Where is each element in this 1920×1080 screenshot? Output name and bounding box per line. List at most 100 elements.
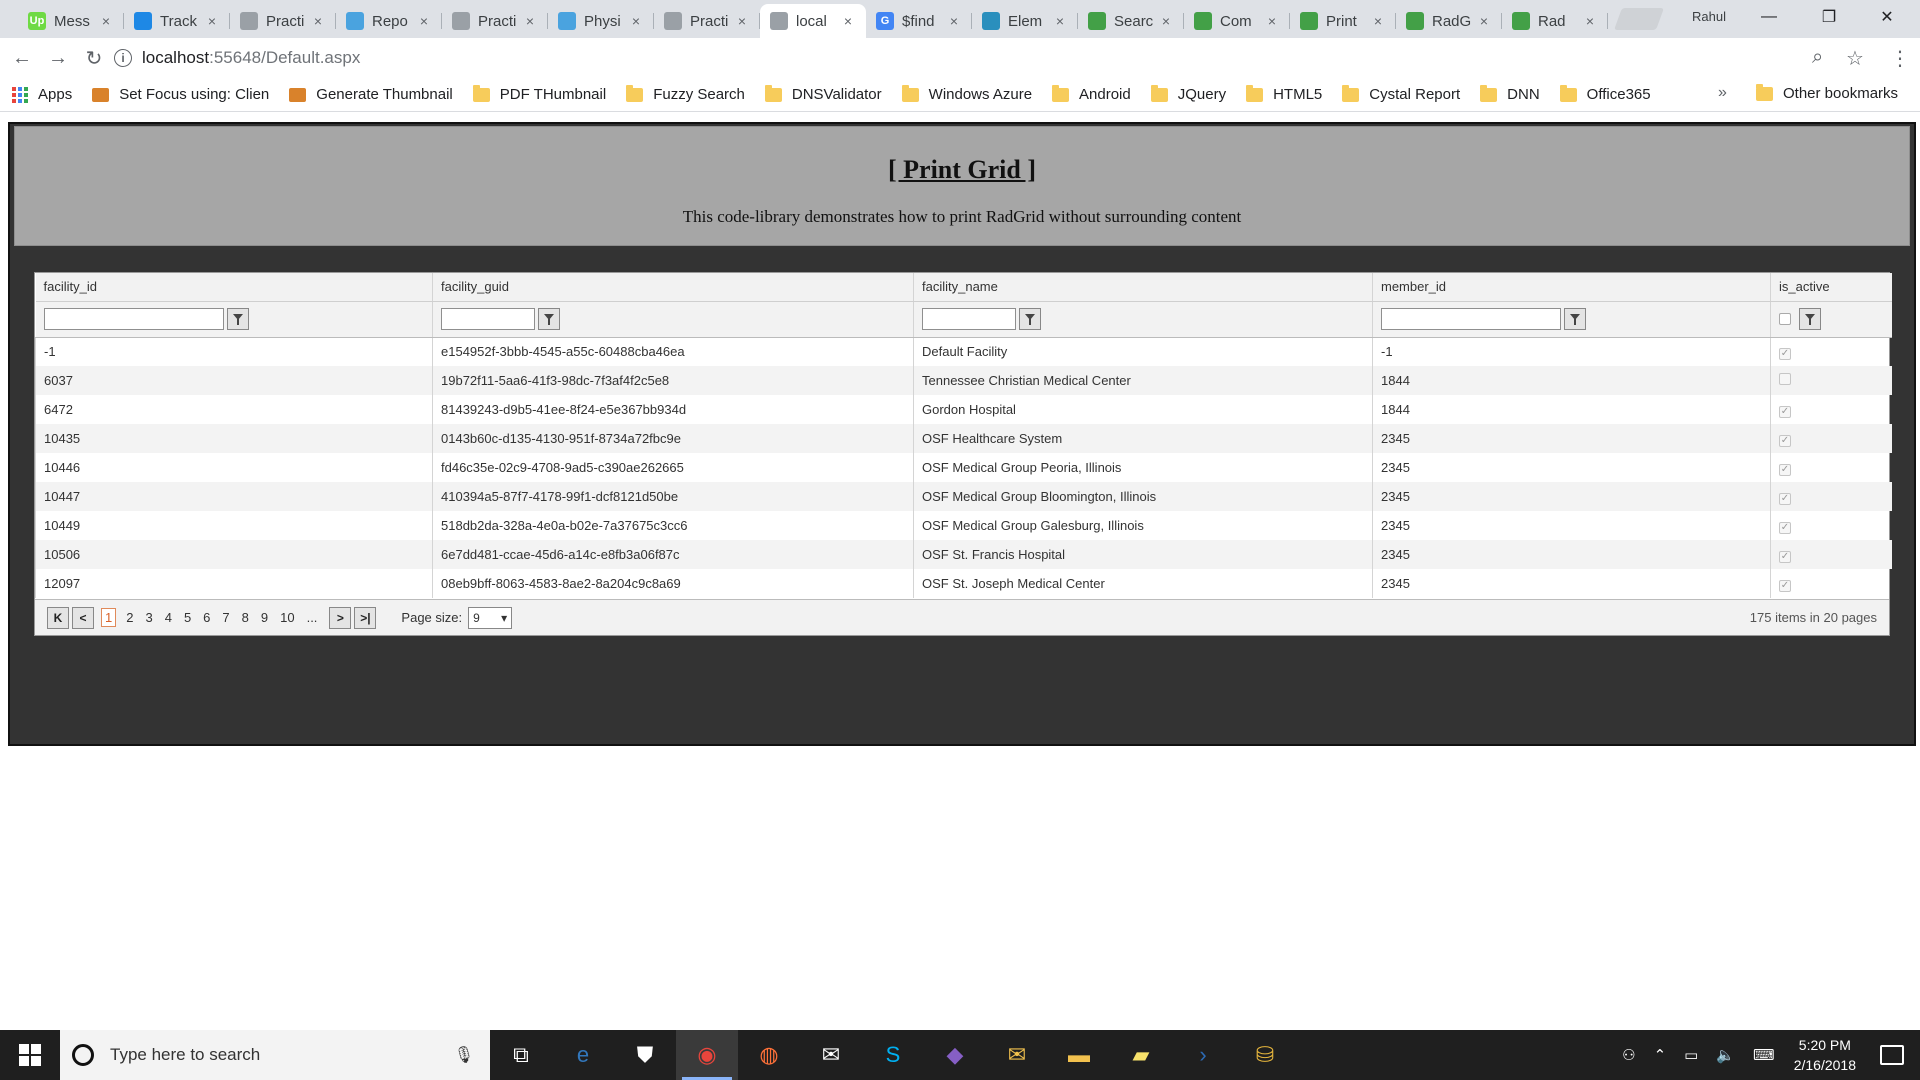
close-tab-icon[interactable]: × [1052, 13, 1068, 29]
store-icon[interactable]: ⛊ [614, 1030, 676, 1080]
browser-tab[interactable]: Practi × [230, 4, 336, 38]
profile-name[interactable]: Rahul [1692, 9, 1726, 24]
table-row[interactable]: 6037 19b72f11-5aa6-41f3-98dc-7f3af4f2c5e8… [35, 366, 1892, 395]
filter-input-facility-id[interactable] [43, 308, 224, 330]
people-icon[interactable]: ⚇ [1622, 1046, 1635, 1064]
powershell-icon[interactable]: › [1172, 1030, 1234, 1080]
page-number-button[interactable]: 8 [242, 610, 249, 625]
file-explorer-icon[interactable]: ▬ [1048, 1030, 1110, 1080]
bookmark-item[interactable]: Set Focus using: Clien [92, 86, 269, 103]
browser-tab[interactable]: Practi × [442, 4, 548, 38]
forward-button[interactable]: → [44, 44, 72, 72]
table-row[interactable]: -1 e154952f-3bbb-4545-a55c-60488cba46ea De… [35, 337, 1892, 366]
zoom-icon[interactable]: ⌕ [1812, 46, 1823, 69]
browser-tab[interactable]: Repo × [336, 4, 442, 38]
battery-icon[interactable]: ▭ [1684, 1046, 1698, 1064]
skype-icon[interactable]: S [862, 1030, 924, 1080]
close-tab-icon[interactable]: × [1264, 13, 1280, 29]
minimize-button[interactable]: — [1746, 0, 1792, 34]
column-header-facility-id[interactable]: facility_id [35, 273, 433, 302]
table-row[interactable]: 10447 410394a5-87f7-4178-99f1-dcf8121d50b… [35, 482, 1892, 511]
page-number-button[interactable]: ... [307, 610, 318, 625]
back-button[interactable]: ← [8, 44, 36, 72]
close-tab-icon[interactable]: × [1476, 13, 1492, 29]
browser-tab[interactable]: Rad × [1502, 4, 1608, 38]
browser-tab[interactable]: Up Mess × [18, 4, 124, 38]
close-tab-icon[interactable]: × [840, 13, 856, 29]
table-row[interactable]: 10446 fd46c35e-02c9-4708-9ad5-c390ae26266… [35, 453, 1892, 482]
page-number-button[interactable]: 10 [280, 610, 294, 625]
next-page-button[interactable]: > [329, 606, 352, 629]
browser-tab[interactable]: G $find × [866, 4, 972, 38]
bookmarks-overflow-button[interactable]: » [1718, 84, 1727, 102]
close-tab-icon[interactable]: × [734, 13, 750, 29]
close-tab-icon[interactable]: × [204, 13, 220, 29]
close-tab-icon[interactable]: × [1370, 13, 1386, 29]
filter-input-member-id[interactable] [1381, 308, 1561, 330]
bookmark-item[interactable]: DNSValidator [764, 84, 882, 103]
page-number-button[interactable]: 9 [261, 610, 268, 625]
browser-tab[interactable]: local × [760, 4, 866, 38]
page-number-button[interactable]: 4 [165, 610, 172, 625]
page-size-select[interactable]: 9 ▾ [468, 606, 513, 629]
page-number-button[interactable]: 7 [222, 610, 229, 625]
browser-tab[interactable]: Print × [1290, 4, 1396, 38]
notification-center-icon[interactable] [1880, 1045, 1904, 1065]
bookmark-item[interactable]: Apps [12, 86, 72, 103]
bookmark-item[interactable]: Cystal Report [1342, 84, 1460, 103]
close-tab-icon[interactable]: × [522, 13, 538, 29]
bookmark-item[interactable]: DNN [1480, 84, 1540, 103]
browser-tab[interactable]: RadG × [1396, 4, 1502, 38]
browser-tab[interactable]: Searc × [1078, 4, 1184, 38]
table-row[interactable]: 10435 0143b60c-d135-4130-951f-8734a72fbc9… [35, 424, 1892, 453]
address-bar[interactable]: i localhost:55648/Default.aspx [114, 42, 1774, 74]
volume-icon[interactable]: 🔈 [1716, 1046, 1735, 1064]
browser-tab[interactable]: Elem × [972, 4, 1078, 38]
last-page-button[interactable]: >| [354, 606, 377, 629]
column-header-facility-guid[interactable]: facility_guid [432, 273, 914, 302]
close-tab-icon[interactable]: × [98, 13, 114, 29]
browser-menu-icon[interactable]: ⋮ [1890, 46, 1910, 71]
table-row[interactable]: 10506 6e7dd481-ccae-45d6-a14c-e8fb3a06f87… [35, 540, 1892, 569]
sticky-notes-icon[interactable]: ▰ [1110, 1030, 1172, 1080]
filter-input-facility-guid[interactable] [441, 308, 535, 330]
close-window-button[interactable]: ✕ [1864, 0, 1910, 34]
start-button[interactable] [0, 1030, 60, 1080]
bookmark-item[interactable]: Office365 [1559, 84, 1651, 103]
browser-tab[interactable]: Track × [124, 4, 230, 38]
table-row[interactable]: 10449 518db2da-328a-4e0a-b02e-7a37675c3cc… [35, 511, 1892, 540]
browser-tab[interactable]: Practi × [654, 4, 760, 38]
table-row[interactable]: 6472 81439243-d9b5-41ee-8f24-e5e367bb934d… [35, 395, 1892, 424]
prev-page-button[interactable]: < [72, 606, 94, 629]
column-header-member-id[interactable]: member_id [1372, 273, 1771, 302]
bookmark-item[interactable]: PDF THumbnail [472, 84, 606, 103]
outlook-icon[interactable]: ✉ [986, 1030, 1048, 1080]
bookmark-item[interactable]: Generate Thumbnail [289, 86, 453, 103]
close-tab-icon[interactable]: × [416, 13, 432, 29]
other-bookmarks[interactable]: Other bookmarks [1756, 83, 1898, 102]
firefox-icon[interactable]: ◍ [738, 1030, 800, 1080]
new-tab-button[interactable] [1613, 8, 1665, 30]
table-row[interactable]: 12097 08eb9bff-8063-4583-8ae2-8a204c9c8a6… [35, 569, 1892, 598]
filter-input-facility-name[interactable] [922, 308, 1016, 330]
page-number-button[interactable]: 3 [145, 610, 152, 625]
filter-icon[interactable] [1019, 308, 1041, 330]
mail-icon[interactable]: ✉ [800, 1030, 862, 1080]
filter-icon[interactable] [226, 308, 249, 330]
browser-tab[interactable]: Com × [1184, 4, 1290, 38]
chevron-up-icon[interactable]: ⌃ [1654, 1046, 1667, 1064]
taskbar-search-box[interactable]: Type here to search 🎙 [60, 1030, 490, 1080]
maximize-button[interactable]: ❐ [1806, 0, 1852, 34]
reload-button[interactable]: ↻ [80, 44, 108, 72]
column-header-facility-name[interactable]: facility_name [913, 273, 1373, 302]
page-number-button[interactable]: 1 [101, 608, 117, 627]
close-tab-icon[interactable]: × [946, 13, 962, 29]
bookmark-item[interactable]: Android [1052, 84, 1131, 103]
close-tab-icon[interactable]: × [1158, 13, 1174, 29]
task-view-icon[interactable]: ⧉ [490, 1030, 552, 1080]
site-info-icon[interactable]: i [114, 49, 132, 67]
bookmark-star-icon[interactable]: ☆ [1846, 46, 1864, 71]
column-header-is-active[interactable]: is_active [1770, 273, 1892, 302]
keyboard-icon[interactable]: ⌨ [1753, 1046, 1775, 1064]
filter-checkbox-is-active[interactable] [1779, 313, 1791, 325]
